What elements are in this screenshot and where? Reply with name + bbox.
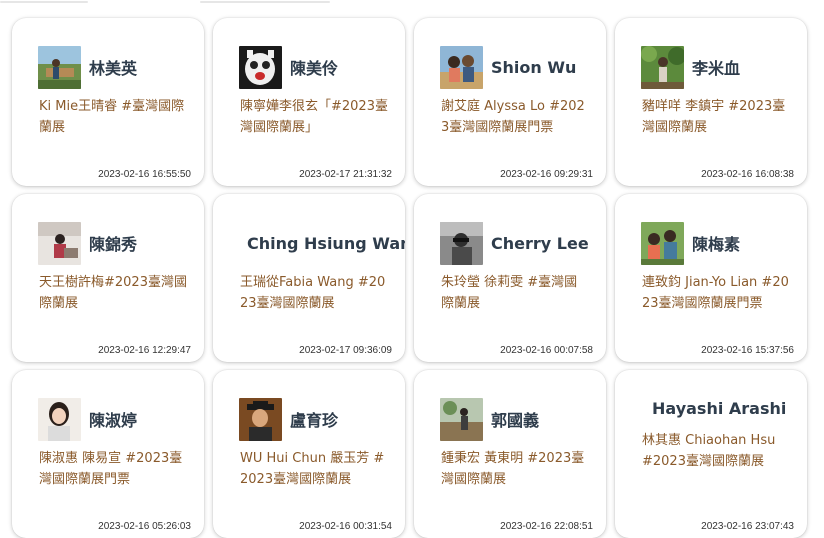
- comment-card[interactable]: 陳梅素 連致鈞 Jian-Yo Lian #2023臺灣國際蘭展門票 2023-…: [615, 194, 807, 362]
- timestamp: 2023-02-16 22:08:51: [500, 521, 593, 532]
- user-name[interactable]: Hayashi Arashi: [652, 399, 786, 418]
- comment-text: 連致鈞 Jian-Yo Lian #2023臺灣國際蘭展門票: [642, 275, 789, 311]
- comment-text: Ki Mie王晴睿 #臺灣國際蘭展: [39, 99, 185, 135]
- comment-card-grid: 林美英 Ki Mie王晴睿 #臺灣國際蘭展 2023-02-16 16:55:5…: [12, 18, 812, 538]
- comment-card[interactable]: 李米血 豬咩咩 李鎮宇 #2023臺灣國際蘭展 2023-02-16 16:08…: [615, 18, 807, 186]
- timestamp: 2023-02-16 00:07:58: [500, 345, 593, 356]
- user-name[interactable]: 盧育珍: [290, 407, 338, 431]
- comment-card[interactable]: Shion Wu 謝艾庭 Alyssa Lo #2023臺灣國際蘭展門票 202…: [414, 18, 606, 186]
- comment-text: 王瑞從Fabia Wang #2023臺灣國際蘭展: [240, 275, 386, 311]
- comment-card[interactable]: Ching Hsiung Wang 王瑞從Fabia Wang #2023臺灣國…: [213, 194, 405, 362]
- card-header: 李米血: [641, 45, 801, 89]
- comment-text: 陳淑惠 陳易宣 #2023臺灣國際蘭展門票: [39, 451, 183, 487]
- timestamp: 2023-02-16 12:29:47: [98, 345, 191, 356]
- comment-card[interactable]: 陳美伶 陳寧嬅李很玄「#2023臺灣國際蘭展」 2023-02-17 21:31…: [213, 18, 405, 186]
- top-tab-strip: [0, 0, 824, 8]
- avatar[interactable]: [239, 397, 282, 441]
- user-name[interactable]: Cherry Lee: [491, 234, 589, 253]
- avatar[interactable]: [38, 221, 81, 265]
- user-name[interactable]: 李米血: [692, 55, 740, 79]
- timestamp: 2023-02-16 23:07:43: [701, 521, 794, 532]
- comment-text: 陳寧嬅李很玄「#2023臺灣國際蘭展」: [240, 99, 388, 135]
- comment-card[interactable]: Hayashi Arashi 林其惠 Chiaohan Hsu #2023臺灣國…: [615, 370, 807, 538]
- user-name[interactable]: 陳錦秀: [89, 231, 137, 255]
- timestamp: 2023-02-16 00:31:54: [299, 521, 392, 532]
- avatar[interactable]: [440, 397, 483, 441]
- avatar[interactable]: [641, 405, 645, 411]
- comment-text: 天王樹許梅#2023臺灣國際蘭展: [39, 275, 187, 311]
- card-header: 陳梅素: [641, 221, 801, 265]
- comment-card[interactable]: 陳淑婷 陳淑惠 陳易宣 #2023臺灣國際蘭展門票 2023-02-16 05:…: [12, 370, 204, 538]
- comment-text: 豬咩咩 李鎮宇 #2023臺灣國際蘭展: [642, 99, 786, 135]
- avatar[interactable]: [239, 45, 282, 89]
- card-header: Ching Hsiung Wang: [247, 221, 405, 265]
- timestamp: 2023-02-16 16:08:38: [701, 169, 794, 180]
- timestamp: 2023-02-16 16:55:50: [98, 169, 191, 180]
- comment-text: 謝艾庭 Alyssa Lo #2023臺灣國際蘭展門票: [441, 99, 585, 135]
- user-name[interactable]: Shion Wu: [491, 58, 576, 77]
- comment-text: WU Hui Chun 嚴玉芳 #2023臺灣國際蘭展: [240, 451, 385, 487]
- comment-card[interactable]: 郭國義 鍾秉宏 黃東明 #2023臺灣國際蘭展 2023-02-16 22:08…: [414, 370, 606, 538]
- avatar[interactable]: [440, 221, 483, 265]
- avatar[interactable]: [38, 397, 81, 441]
- user-name[interactable]: 林美英: [89, 55, 137, 79]
- avatar[interactable]: [641, 45, 684, 89]
- card-header: Cherry Lee: [440, 221, 600, 265]
- comment-card[interactable]: Cherry Lee 朱玲瑩 徐莉雯 #臺灣國際蘭展 2023-02-16 00…: [414, 194, 606, 362]
- user-name[interactable]: 陳美伶: [290, 55, 338, 79]
- comment-text: 鍾秉宏 黃東明 #2023臺灣國際蘭展: [441, 451, 585, 487]
- comment-text: 林其惠 Chiaohan Hsu #2023臺灣國際蘭展: [642, 433, 776, 469]
- card-header: 郭國義: [440, 397, 600, 441]
- card-header: 陳淑婷: [38, 397, 198, 441]
- timestamp: 2023-02-17 09:36:09: [299, 345, 392, 356]
- comment-card[interactable]: 陳錦秀 天王樹許梅#2023臺灣國際蘭展 2023-02-16 12:29:47: [12, 194, 204, 362]
- card-header: 陳錦秀: [38, 221, 198, 265]
- user-name[interactable]: Ching Hsiung Wang: [247, 234, 405, 253]
- user-name[interactable]: 郭國義: [491, 407, 539, 431]
- timestamp: 2023-02-17 21:31:32: [299, 169, 392, 180]
- avatar[interactable]: [440, 45, 483, 89]
- card-header: 林美英: [38, 45, 198, 89]
- comment-card[interactable]: 盧育珍 WU Hui Chun 嚴玉芳 #2023臺灣國際蘭展 2023-02-…: [213, 370, 405, 538]
- comment-text: 朱玲瑩 徐莉雯 #臺灣國際蘭展: [441, 275, 578, 311]
- card-header: Shion Wu: [440, 45, 600, 89]
- avatar[interactable]: [641, 221, 684, 265]
- tab-indicator: [0, 1, 88, 3]
- card-header: 盧育珍: [239, 397, 399, 441]
- tab-indicator: [200, 1, 330, 3]
- timestamp: 2023-02-16 05:26:03: [98, 521, 191, 532]
- avatar[interactable]: [38, 45, 81, 89]
- comment-card[interactable]: 林美英 Ki Mie王晴睿 #臺灣國際蘭展 2023-02-16 16:55:5…: [12, 18, 204, 186]
- timestamp: 2023-02-16 15:37:56: [701, 345, 794, 356]
- card-header: Hayashi Arashi: [641, 386, 801, 430]
- user-name[interactable]: 陳梅素: [692, 231, 740, 255]
- card-header: 陳美伶: [239, 45, 399, 89]
- timestamp: 2023-02-16 09:29:31: [500, 169, 593, 180]
- user-name[interactable]: 陳淑婷: [89, 407, 137, 431]
